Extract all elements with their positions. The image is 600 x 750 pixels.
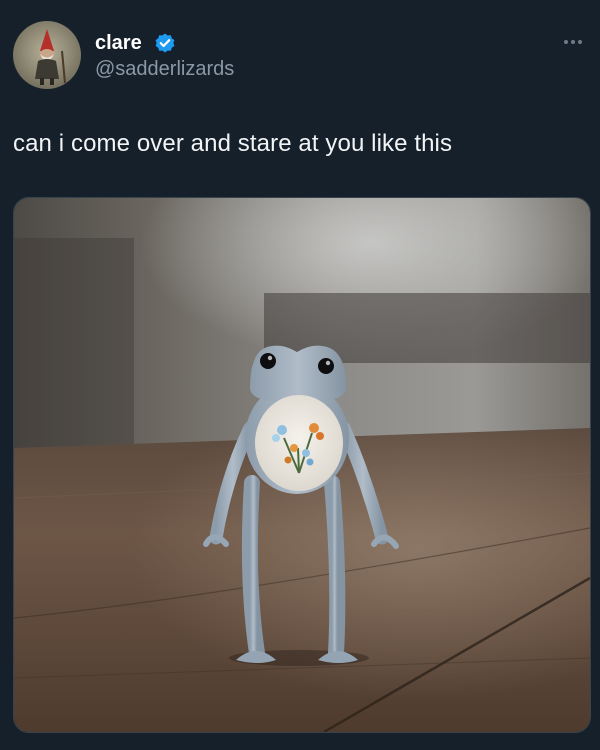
tweet-card: clare @sadderlizards can i come over and… — [0, 0, 600, 750]
more-options-icon[interactable] — [556, 32, 590, 52]
user-handle[interactable]: @sadderlizards — [95, 57, 234, 81]
gnome-avatar-image — [13, 21, 81, 89]
more-dot — [564, 40, 568, 44]
display-name[interactable]: clare — [95, 31, 142, 55]
tweet-text: can i come over and stare at you like th… — [13, 130, 453, 157]
tweet-media-photo[interactable] — [13, 197, 591, 733]
more-dot — [571, 40, 575, 44]
verified-badge-icon — [154, 32, 176, 54]
avatar[interactable] — [13, 21, 81, 89]
more-dot — [578, 40, 582, 44]
knitted-frog-photo — [14, 198, 590, 732]
